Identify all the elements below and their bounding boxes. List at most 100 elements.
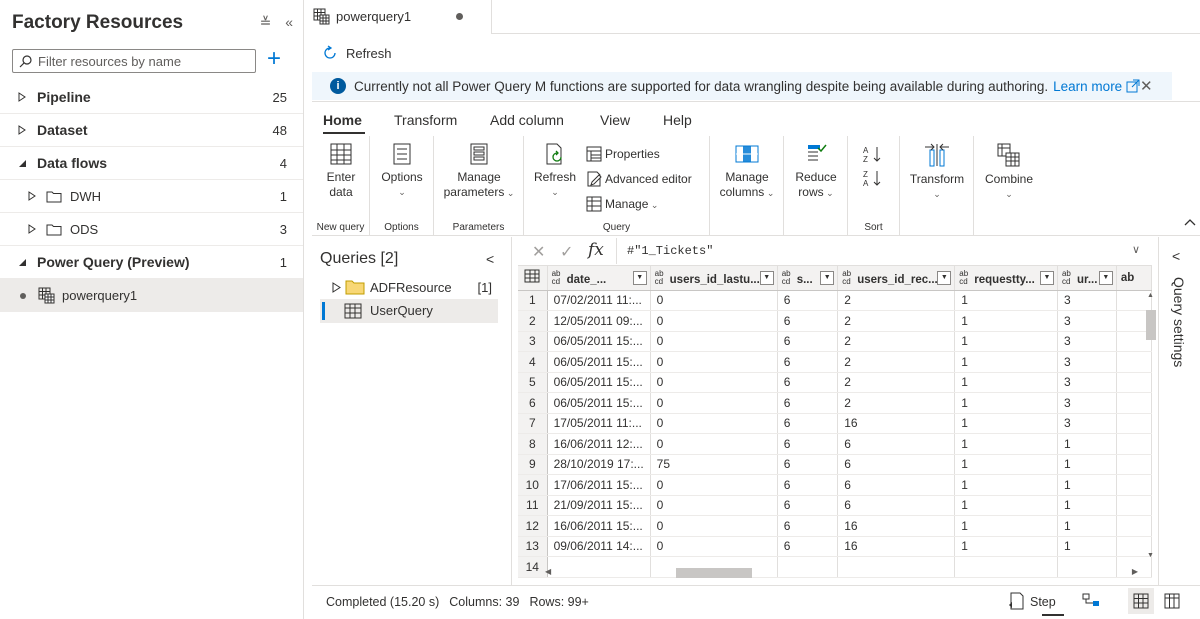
manage-parameters-button[interactable]: Manage parameters ⌄ xyxy=(442,142,516,201)
column-filter-dropdown[interactable]: ▼ xyxy=(632,271,647,285)
tree-item-pipeline[interactable]: Pipeline 25 xyxy=(0,81,303,114)
table-cell[interactable]: 6 xyxy=(777,536,839,557)
table-cell[interactable]: 0 xyxy=(650,413,778,434)
table-cell[interactable]: 1 xyxy=(1057,474,1117,496)
tab-view[interactable]: View xyxy=(600,112,630,128)
tree-item-dwh[interactable]: DWH 1 xyxy=(0,180,303,213)
table-cell[interactable]: 3 xyxy=(1057,351,1117,373)
table-cell[interactable]: 1 xyxy=(954,372,1058,393)
table-cell[interactable]: 16 xyxy=(837,413,956,434)
table-cell[interactable]: 1 xyxy=(954,310,1058,332)
advanced-editor-button[interactable]: Advanced editor xyxy=(586,171,692,187)
table-cell[interactable]: 3 xyxy=(1057,372,1117,393)
diagram-view-icon[interactable] xyxy=(1082,592,1100,610)
table-cell[interactable]: 6 xyxy=(777,495,839,516)
collapse-ribbon-icon[interactable] xyxy=(1184,218,1196,226)
scroll-right-icon[interactable]: ▶ xyxy=(1132,567,1138,576)
table-cell[interactable]: 1 xyxy=(1057,433,1117,455)
table-cell[interactable]: 1 xyxy=(1057,536,1117,557)
column-header-users-id-recipient[interactable]: ab cd users_id_rec... ▼ xyxy=(837,266,956,291)
table-cell[interactable]: 1 xyxy=(954,392,1058,414)
text-type-icon[interactable]: ab cd xyxy=(655,269,665,286)
expanded-triangle-icon[interactable] xyxy=(16,256,28,268)
column-header-ur[interactable]: ab cd ur... ▼ xyxy=(1057,266,1117,291)
commit-formula-icon[interactable]: ✓ xyxy=(560,242,573,262)
table-cell[interactable]: 0 xyxy=(650,310,778,332)
table-cell[interactable]: 0 xyxy=(650,536,778,557)
text-type-icon[interactable]: ab cd xyxy=(842,269,852,286)
column-header-requesttype[interactable]: ab cd requestty... ▼ xyxy=(954,266,1058,291)
table-cell[interactable]: 6 xyxy=(777,331,839,352)
table-cell[interactable]: 3 xyxy=(1057,290,1117,311)
table-cell[interactable]: 1 xyxy=(954,290,1058,311)
column-filter-dropdown[interactable]: ▼ xyxy=(1039,271,1054,285)
table-cell[interactable]: 2 xyxy=(837,392,956,414)
table-cell[interactable]: 28/10/2019 17:... xyxy=(547,454,651,475)
table-cell[interactable]: 6 xyxy=(777,474,839,496)
table-cell[interactable]: 1 xyxy=(1057,495,1117,516)
table-cell[interactable]: 6 xyxy=(777,372,839,393)
table-cell[interactable]: 2 xyxy=(837,310,956,332)
table-cell[interactable]: 6 xyxy=(837,433,956,455)
vertical-scrollbar[interactable]: ▲ ▼ xyxy=(1144,290,1158,590)
table-cell[interactable]: 0 xyxy=(650,515,778,537)
expand-formula-icon[interactable]: ∨ xyxy=(1132,243,1140,256)
table-cell[interactable]: 2 xyxy=(837,372,956,393)
table-cell[interactable]: 16 xyxy=(837,515,956,537)
horizontal-scroll-thumb[interactable] xyxy=(676,568,752,578)
manage-query-button[interactable]: Manage ⌄ xyxy=(586,196,658,212)
table-cell[interactable]: 2 xyxy=(837,351,956,373)
table-cell[interactable]: 6 xyxy=(837,454,956,475)
reduce-rows-button[interactable]: Reduce rows ⌄ xyxy=(790,142,842,201)
expand-right-icon[interactable] xyxy=(26,190,38,202)
table-cell[interactable]: 12/05/2011 09:... xyxy=(547,310,651,332)
text-type-icon[interactable]: ab cd xyxy=(782,269,792,286)
column-header-date[interactable]: ab cd date_... ▼ xyxy=(547,266,651,291)
data-view-toggle[interactable] xyxy=(1128,588,1154,614)
tab-transform[interactable]: Transform xyxy=(394,112,457,128)
table-cell[interactable]: 1 xyxy=(954,474,1058,496)
table-cell[interactable]: 6 xyxy=(777,413,839,434)
text-type-icon[interactable]: ab cd xyxy=(959,269,969,286)
table-cell[interactable]: 3 xyxy=(1057,392,1117,414)
manage-columns-button[interactable]: Manage columns ⌄ xyxy=(716,142,778,201)
table-cell[interactable]: 1 xyxy=(954,351,1058,373)
resize-handle[interactable] xyxy=(1042,614,1064,616)
collapse-all-icon[interactable]: ≚ xyxy=(260,14,272,30)
expand-right-icon[interactable] xyxy=(16,124,28,136)
table-cell[interactable]: 3 xyxy=(1057,310,1117,332)
table-cell[interactable]: 3 xyxy=(1057,413,1117,434)
column-filter-dropdown[interactable]: ▼ xyxy=(1098,271,1113,285)
table-cell[interactable]: 6 xyxy=(777,310,839,332)
table-cell[interactable]: 0 xyxy=(650,433,778,455)
expand-right-icon[interactable] xyxy=(26,223,38,235)
sort-ascending-icon[interactable]: AZ xyxy=(862,144,884,164)
properties-button[interactable]: Properties xyxy=(586,146,660,162)
external-link-icon[interactable] xyxy=(1126,79,1140,93)
options-button[interactable]: Options ⌄ xyxy=(376,142,428,200)
table-cell[interactable]: 06/05/2011 15:... xyxy=(547,372,651,393)
table-cell[interactable]: 6 xyxy=(777,351,839,373)
expand-right-icon[interactable] xyxy=(16,91,28,103)
tab-powerquery1[interactable]: powerquery1 xyxy=(304,0,492,34)
table-cell[interactable]: 16 xyxy=(837,536,956,557)
table-cell[interactable]: 1 xyxy=(1057,515,1117,537)
table-cell[interactable]: 0 xyxy=(650,372,778,393)
table-cell[interactable]: 1 xyxy=(954,515,1058,537)
table-cell[interactable]: 06/05/2011 15:... xyxy=(547,331,651,352)
query-settings-label[interactable]: Query settings xyxy=(1171,277,1187,367)
vertical-scroll-thumb[interactable] xyxy=(1146,310,1156,340)
table-cell[interactable]: 2 xyxy=(837,331,956,352)
close-banner-button[interactable]: ✕ xyxy=(1140,77,1153,95)
scroll-left-icon[interactable]: ◀ xyxy=(545,567,551,576)
tab-add-column[interactable]: Add column xyxy=(490,112,564,128)
table-cell[interactable]: 07/02/2011 11:... xyxy=(547,290,651,311)
tab-home[interactable]: Home xyxy=(323,112,362,128)
column-header-users-id-lastupdater[interactable]: ab cd users_id_lastu... ▼ xyxy=(650,266,778,291)
scroll-up-icon[interactable]: ▲ xyxy=(1147,292,1154,299)
expand-right-icon[interactable] xyxy=(332,282,341,293)
formula-input[interactable]: #"1_Tickets" xyxy=(616,238,1146,264)
table-cell[interactable]: 0 xyxy=(650,495,778,516)
enter-data-button[interactable]: Enter data xyxy=(316,142,366,200)
tab-help[interactable]: Help xyxy=(663,112,692,128)
